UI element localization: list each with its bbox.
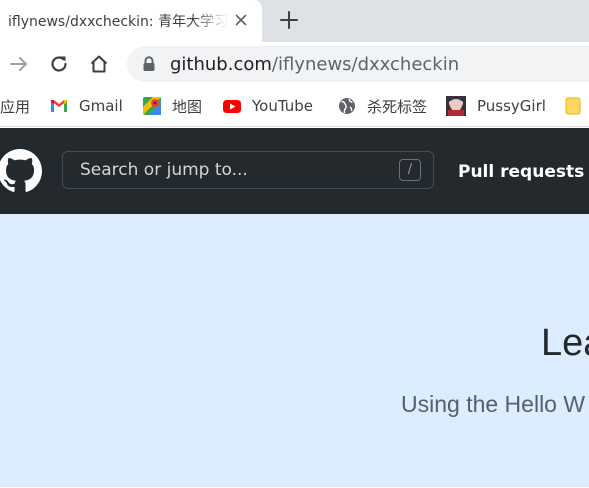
- tab-title: iflynews/dxxcheckin: 青年大学习: [8, 14, 228, 30]
- browser-toolbar: github.com/iflynews/dxxcheckin: [0, 42, 589, 86]
- url-text: github.com/iflynews/dxxcheckin: [170, 54, 459, 75]
- bookmark-label: 地图: [172, 97, 203, 116]
- search-placeholder: Search or jump to...: [80, 160, 248, 180]
- bookmark-gmail[interactable]: Gmail: [50, 86, 123, 126]
- bookmarks-bar: 应用 Gmail 地图 YouTube 杀死标签 PussyGirl: [0, 86, 589, 127]
- gmail-icon: [50, 97, 68, 115]
- reload-icon[interactable]: [48, 53, 70, 75]
- url-host: github.com: [170, 54, 272, 75]
- browser-tab-active[interactable]: iflynews/dxxcheckin: 青年大学习: [0, 0, 262, 42]
- hero-title: Lea: [541, 322, 589, 364]
- bookmark-kill-tabs[interactable]: 杀死标签: [338, 86, 427, 126]
- nav-pull-requests[interactable]: Pull requests: [458, 162, 584, 182]
- address-bar[interactable]: github.com/iflynews/dxxcheckin: [127, 46, 589, 82]
- globe-icon: [338, 97, 356, 115]
- hero-subtitle: Using the Hello W: [401, 391, 586, 417]
- bookmark-label: 应用: [0, 97, 31, 116]
- close-icon[interactable]: [232, 11, 250, 29]
- slash-shortcut-badge: /: [399, 159, 421, 181]
- bookmark-maps[interactable]: 地图: [143, 86, 202, 126]
- youtube-icon: [223, 97, 241, 115]
- browser-tab-strip: iflynews/dxxcheckin: 青年大学习: [0, 0, 589, 42]
- bookmark-youtube[interactable]: YouTube: [223, 86, 313, 126]
- bookmark-label: PussyGirl: [477, 97, 546, 115]
- github-header: Search or jump to... / Pull requests: [0, 128, 589, 214]
- bookmark-label: YouTube: [252, 97, 313, 115]
- new-tab-plus-icon[interactable]: [278, 9, 300, 31]
- github-logo-icon[interactable]: [0, 149, 42, 193]
- folder-icon: [565, 97, 583, 115]
- lock-icon[interactable]: [142, 56, 156, 72]
- url-path: /iflynews/dxxcheckin: [271, 54, 460, 75]
- avatar-icon: [446, 96, 466, 116]
- bookmark-label: 杀死标签: [367, 97, 428, 116]
- bookmark-folder[interactable]: [565, 86, 589, 126]
- maps-icon: [143, 97, 161, 115]
- bookmark-apps[interactable]: 应用: [0, 86, 30, 126]
- home-icon[interactable]: [88, 53, 110, 75]
- bookmark-label: Gmail: [79, 97, 123, 115]
- github-search-input[interactable]: Search or jump to... /: [62, 151, 434, 189]
- hero-banner: Lea Using the Hello W: [0, 214, 589, 487]
- forward-arrow-icon[interactable]: [8, 53, 30, 75]
- bookmark-pussygirl[interactable]: PussyGirl: [446, 86, 546, 126]
